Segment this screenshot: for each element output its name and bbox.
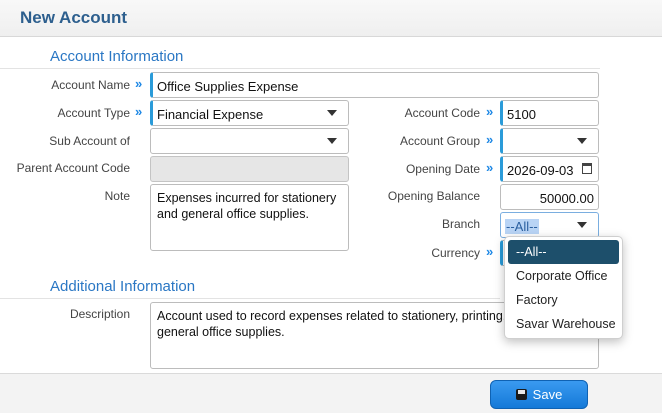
floppy-disk-icon [515,389,527,400]
sub-account-of-label: Sub Account of [49,134,130,148]
account-type-select[interactable]: Financial Expense [150,100,349,126]
account-code-label: Account Code [404,106,480,120]
dropdown-option-all[interactable]: --All-- [508,240,619,264]
required-marker-icon: » [486,132,494,147]
opening-date-label: Opening Date [405,162,480,176]
window-titlebar: New Account [0,0,662,37]
chevron-down-icon [327,110,337,116]
account-code-input[interactable]: 5100 [500,100,599,126]
chevron-down-icon [577,138,587,144]
account-type-label: Account Type [57,106,131,120]
section-additional-information: Additional Information [0,270,500,299]
parent-account-code-label: Parent Account Code [16,161,130,175]
branch-label: Branch [441,217,480,231]
save-button[interactable]: Save [490,380,588,409]
branch-value: --All-- [505,219,539,234]
note-label: Note [104,189,130,203]
currency-label: Currency [431,246,480,260]
description-label: Description [69,307,130,321]
dropdown-option-factory[interactable]: Factory [508,288,619,312]
dropdown-option-corporate-office[interactable]: Corporate Office [508,264,619,288]
parent-account-code-input [150,156,349,182]
opening-balance-input[interactable]: 50000.00 [500,184,599,210]
account-group-label: Account Group [399,134,480,148]
section-title: Additional Information [50,278,196,295]
opening-balance-label: Opening Balance [387,189,480,203]
section-title: Account Information [50,48,184,65]
required-marker-icon: » [486,160,494,175]
required-marker-icon: » [135,104,143,119]
window-title: New Account [20,8,128,27]
account-type-value: Financial Expense [157,107,264,122]
required-marker-icon: » [486,244,494,259]
chevron-down-icon [327,138,337,144]
required-marker-icon: » [486,104,494,119]
sub-account-of-select[interactable] [150,128,349,154]
branch-dropdown-menu: --All-- Corporate Office Factory Savar W… [504,236,623,339]
chevron-down-icon [577,222,587,228]
section-account-information: Account Information [0,40,600,69]
opening-date-value: 2026-09-03 [507,163,574,178]
dropdown-option-savar-warehouse[interactable]: Savar Warehouse [508,312,619,336]
account-name-input[interactable]: Office Supplies Expense [150,72,599,98]
calendar-icon[interactable] [582,163,592,174]
note-textarea[interactable]: Expenses incurred for stationery and gen… [150,184,349,251]
save-button-label: Save [532,387,563,402]
account-name-label: Account Name [51,78,130,92]
required-marker-icon: » [135,76,143,91]
